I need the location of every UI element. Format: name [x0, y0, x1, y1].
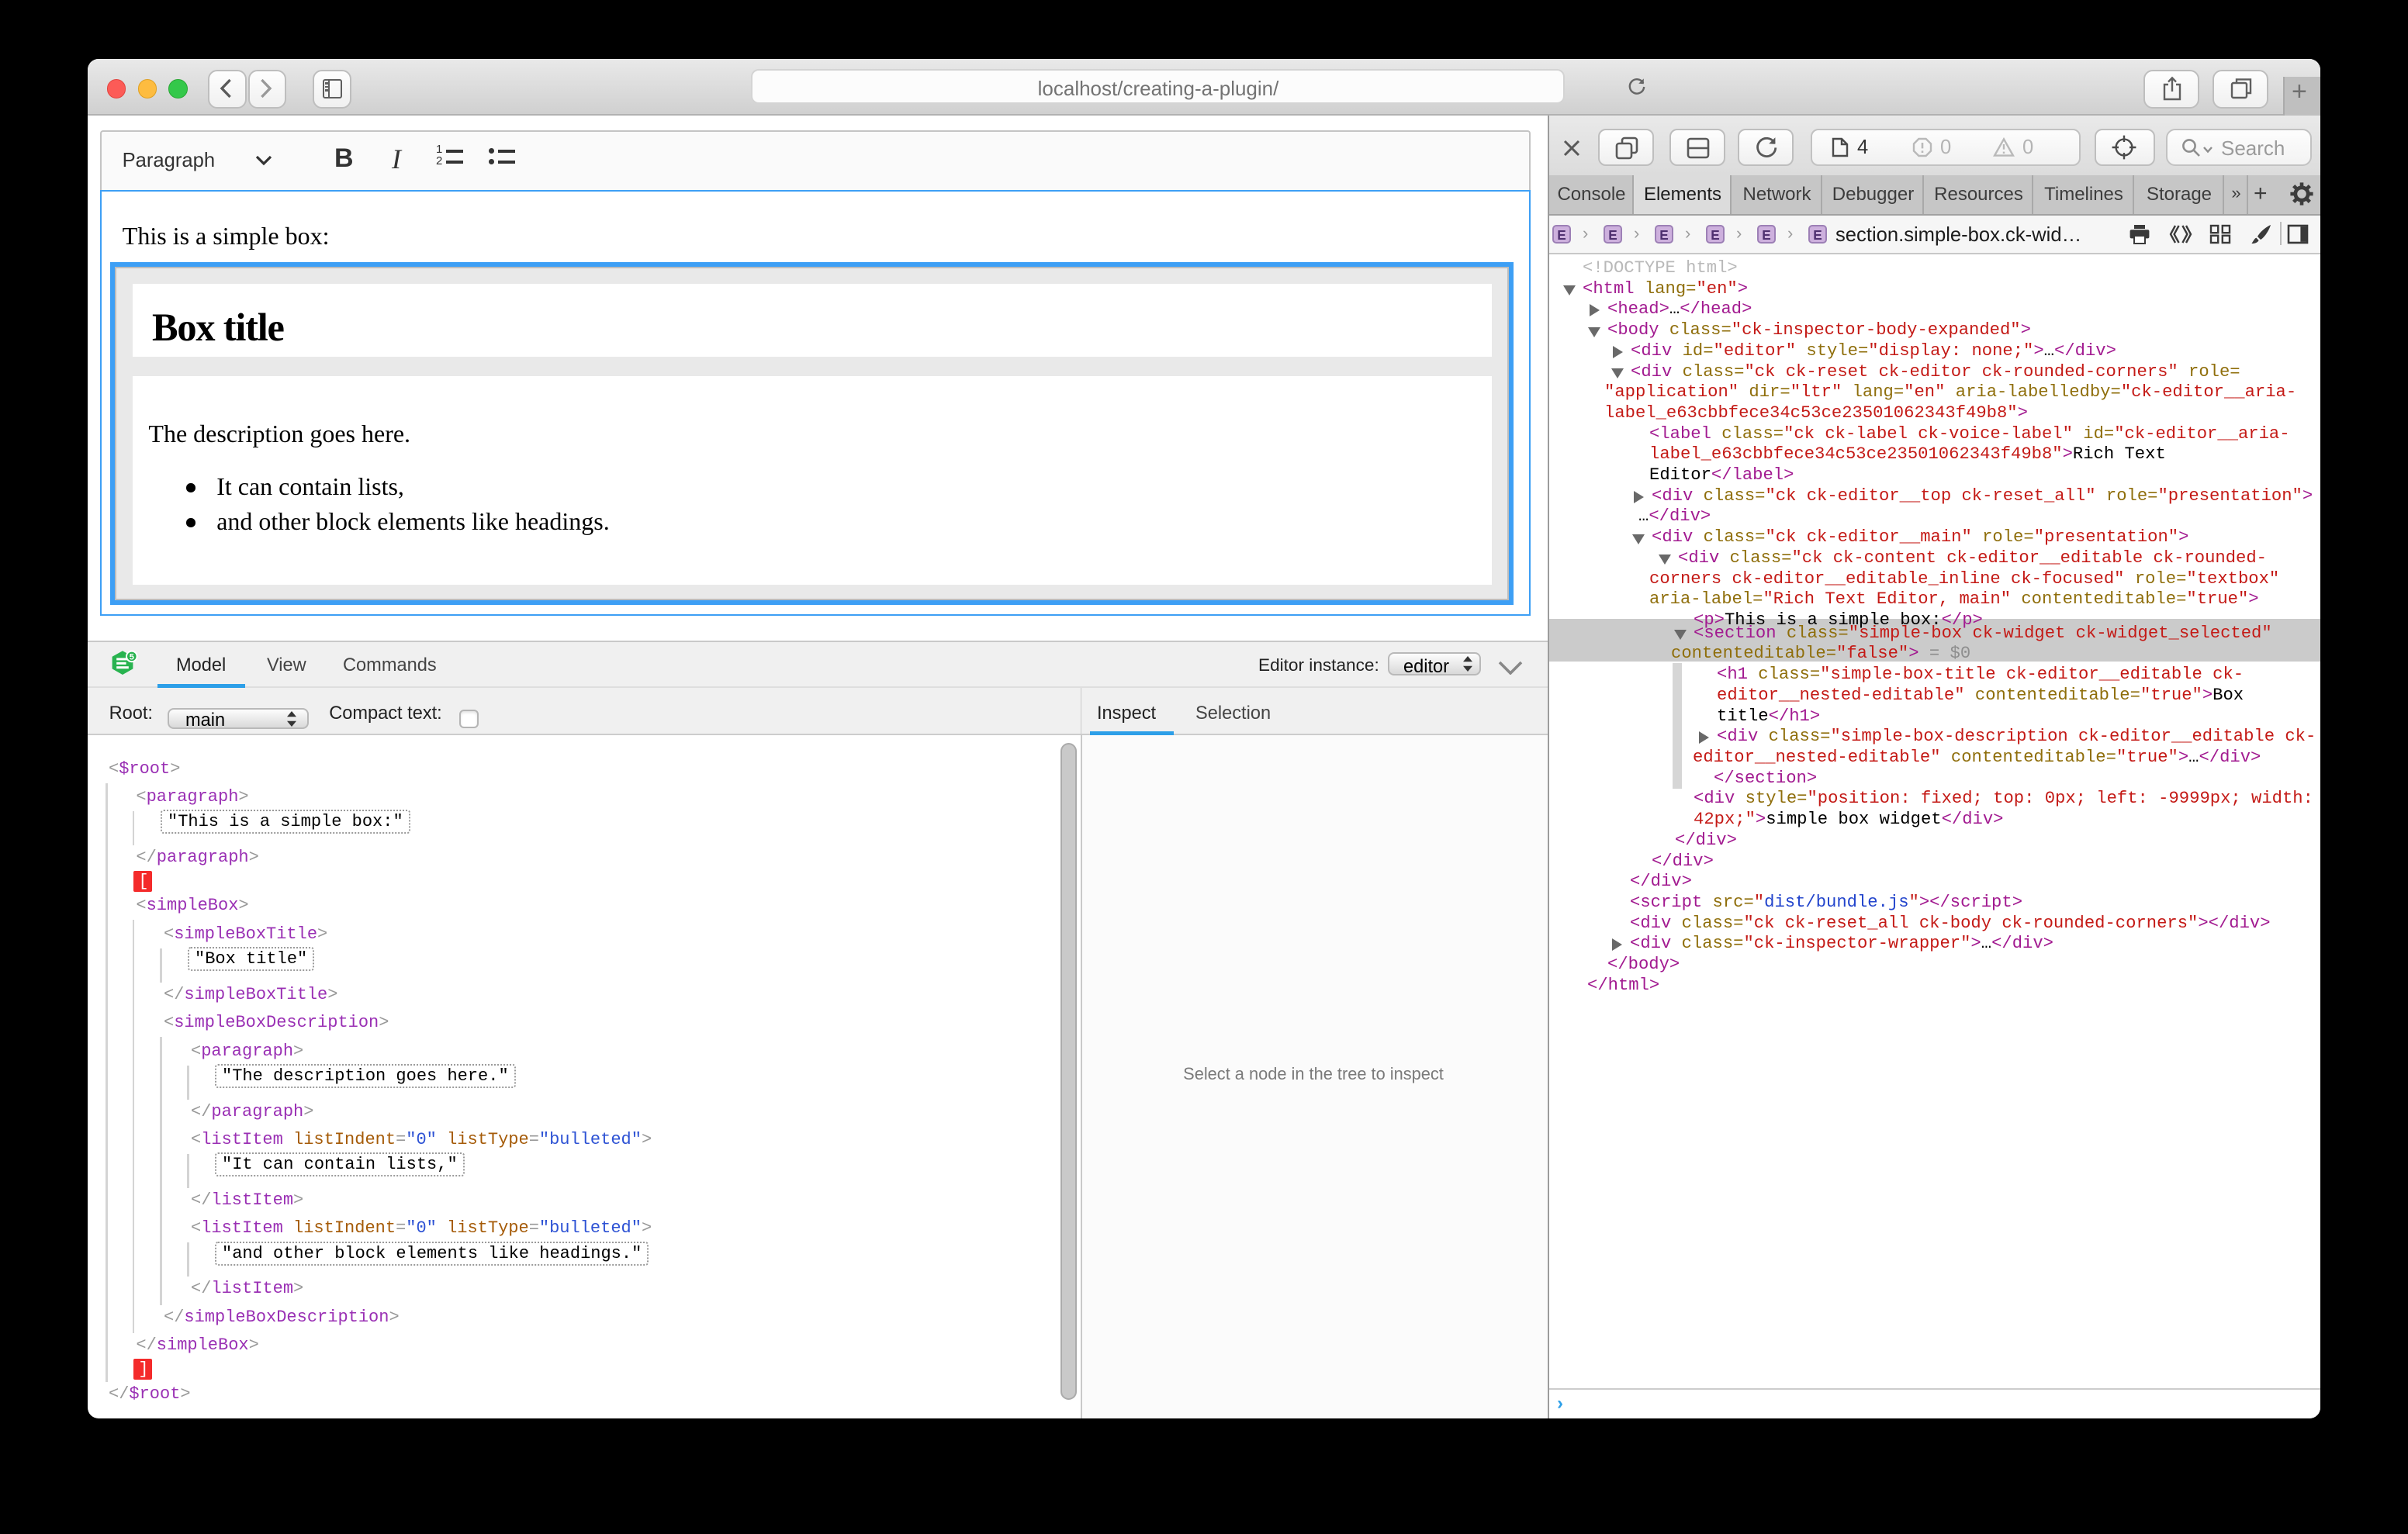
svg-text:5: 5 — [130, 652, 134, 662]
